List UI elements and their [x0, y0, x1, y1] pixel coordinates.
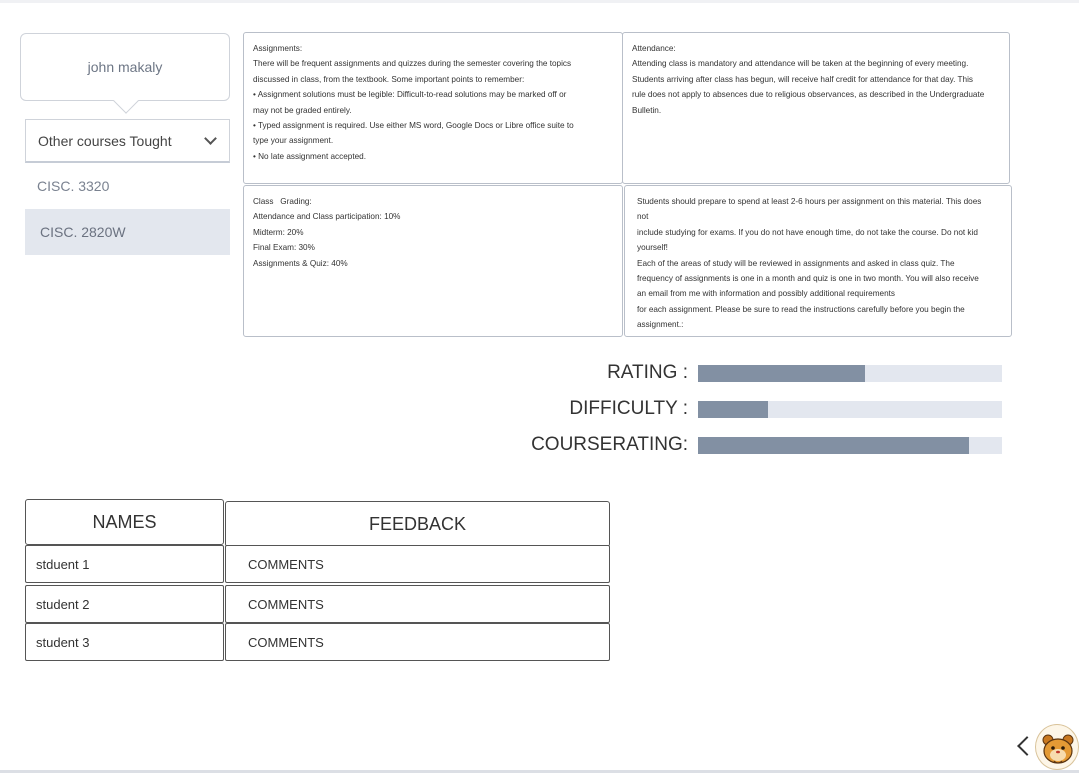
assignments-line: There will be frequent assignments and q…: [253, 59, 572, 69]
course-rating-bar-fill: [698, 436, 969, 454]
course-item-cisc-2820w[interactable]: CISC. 2820W: [25, 209, 230, 255]
study-line: Each of the areas of study will be revie…: [637, 258, 955, 268]
rating-bar: [698, 364, 1002, 382]
grading-title: Class Grading:: [253, 197, 312, 206]
attendance-title: Attendance:: [632, 44, 676, 53]
study-line: an email from me with information and po…: [637, 289, 896, 299]
assignments-line: • Assignment solutions must be legible: …: [253, 90, 567, 100]
grading-line: Attendance and Class participation: 10%: [253, 212, 401, 222]
study-line: yourself!: [637, 243, 668, 253]
course-item-label: CISC. 3320: [37, 178, 110, 194]
other-courses-label: Other courses Tought: [38, 132, 172, 149]
assignments-line: type your assignment.: [253, 136, 334, 146]
assignments-line: discussed in class, from the textbook. S…: [253, 74, 525, 84]
profile-card: john makaly: [20, 33, 230, 114]
study-line: include studying for exams. If you do no…: [637, 227, 978, 237]
feedback-column-header: FEEDBACK: [225, 501, 610, 547]
difficulty-bar-fill: [698, 400, 768, 418]
assignments-line: • No late assignment accepted.: [253, 151, 367, 161]
rating-row: RATING :: [480, 358, 1012, 388]
student-name-cell: student 3: [25, 623, 224, 661]
study-line: for each assignment. Please be sure to r…: [637, 304, 965, 314]
attendance-line: Attending class is mandatory and attenda…: [632, 59, 969, 69]
hamster-mascot-icon[interactable]: [1035, 724, 1079, 770]
attendance-info-box: Attendance: Attending class is mandatory…: [622, 32, 1010, 184]
course-item-cisc-3320[interactable]: CISC. 3320: [25, 163, 230, 209]
study-info-box: Students should prepare to spend at leas…: [624, 185, 1012, 337]
difficulty-label: DIFFICULTY :: [569, 398, 688, 419]
hamster-mascot-svg: [1042, 734, 1074, 764]
attendance-line: Bulletin.: [632, 105, 662, 115]
grading-line: Assignments & Quiz: 40%: [253, 258, 348, 268]
assignments-info-box: Assignments: There will be frequent assi…: [243, 32, 623, 184]
course-rating-row: COURSERATING:: [480, 430, 1012, 460]
other-courses-dropdown[interactable]: Other courses Tought: [25, 119, 230, 163]
study-line: frequency of assignments is one in a mon…: [637, 274, 979, 284]
courses-list: CISC. 3320 CISC. 2820W: [25, 163, 230, 255]
profile-name: john makaly: [87, 59, 163, 75]
assignments-line: may not be graded entirely.: [253, 105, 352, 115]
course-rating-label: COURSERATING:: [531, 434, 688, 455]
grading-info-box: Class Grading: Attendance and Class part…: [243, 185, 623, 337]
study-line: assignment.:: [637, 320, 684, 330]
feedback-header-label: FEEDBACK: [368, 513, 467, 534]
attendance-line: rule does not apply to absences due to r…: [632, 90, 985, 100]
grading-line: Midterm: 20%: [253, 227, 304, 237]
attendance-line: Students arriving after class has begun,…: [632, 74, 974, 84]
comment-cell: COMMENTS: [225, 545, 610, 583]
assignments-line: • Typed assignment is required. Use eith…: [253, 121, 574, 131]
study-line: not: [637, 212, 649, 222]
assignments-title: Assignments:: [253, 44, 303, 53]
rating-bar-fill: [698, 364, 866, 382]
comment-cell: COMMENTS: [225, 623, 610, 661]
difficulty-row: DIFFICULTY :: [480, 394, 1012, 424]
chevron-down-icon: [204, 132, 217, 145]
difficulty-bar: [698, 400, 1002, 418]
student-name-cell: stduent 1: [25, 545, 224, 583]
course-item-label: CISC. 2820W: [40, 224, 126, 240]
rating-label: RATING :: [607, 362, 688, 383]
course-rating-bar: [698, 436, 1002, 454]
names-column-header: NAMES: [25, 499, 224, 545]
comment-cell: COMMENTS: [225, 585, 610, 623]
names-header-label: NAMES: [92, 511, 157, 532]
student-name-cell: student 2: [25, 585, 224, 623]
grading-line: Final Exam: 30%: [253, 243, 315, 253]
study-line: Students should prepare to spend at leas…: [637, 197, 982, 206]
